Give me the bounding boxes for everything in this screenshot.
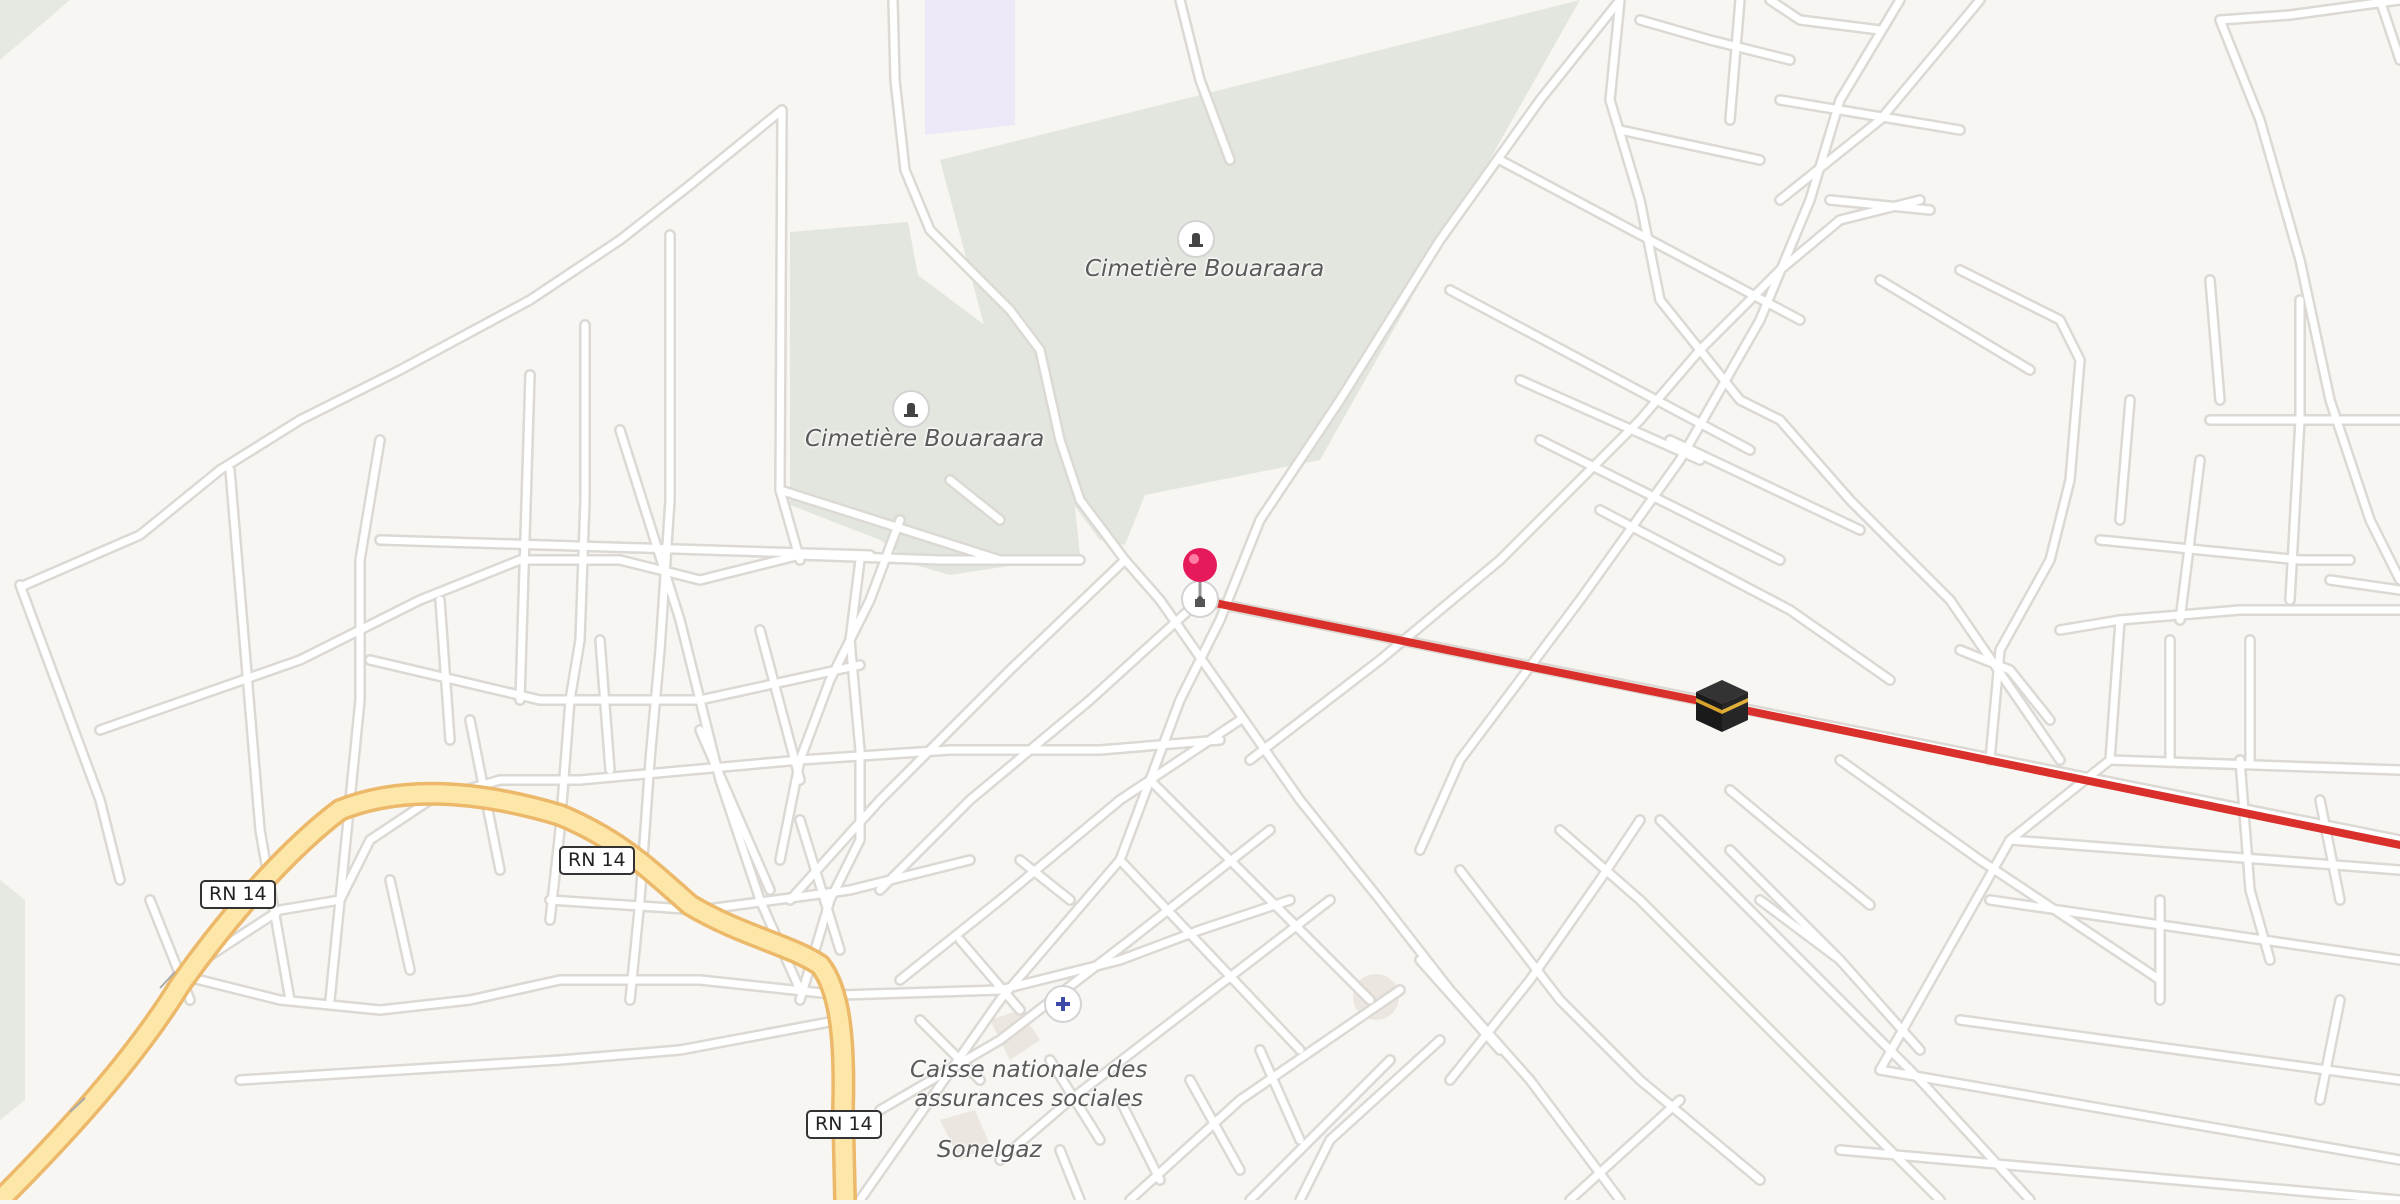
green-area-sw	[0, 880, 25, 1120]
road-shield-rn14: RN 14	[200, 880, 276, 909]
cemetery-icon[interactable]	[892, 390, 930, 428]
cemetery-label-west: Cimetière Bouaraara	[805, 426, 1045, 452]
location-pin-icon[interactable]	[1182, 548, 1218, 598]
kaaba-icon[interactable]	[1694, 678, 1750, 734]
cnas-label-text: Caisse nationale des assurances sociales	[910, 1057, 1148, 1112]
pharmacy-icon[interactable]	[1044, 985, 1082, 1023]
cemetery-icon[interactable]	[1177, 220, 1215, 258]
cemetery-label-north: Cimetière Bouaraara	[1085, 256, 1325, 282]
violet-area	[925, 0, 1015, 135]
map-canvas[interactable]: RN 14 RN 14 RN 14 Cimetière Bouaraara Ci…	[0, 0, 2400, 1204]
road-shield-rn14: RN 14	[559, 846, 635, 875]
cnas-label: Caisse nationale des assurances sociales	[910, 1056, 1147, 1114]
road-shield-rn14: RN 14	[806, 1110, 882, 1139]
sonelgaz-label: Sonelgaz	[937, 1137, 1042, 1163]
